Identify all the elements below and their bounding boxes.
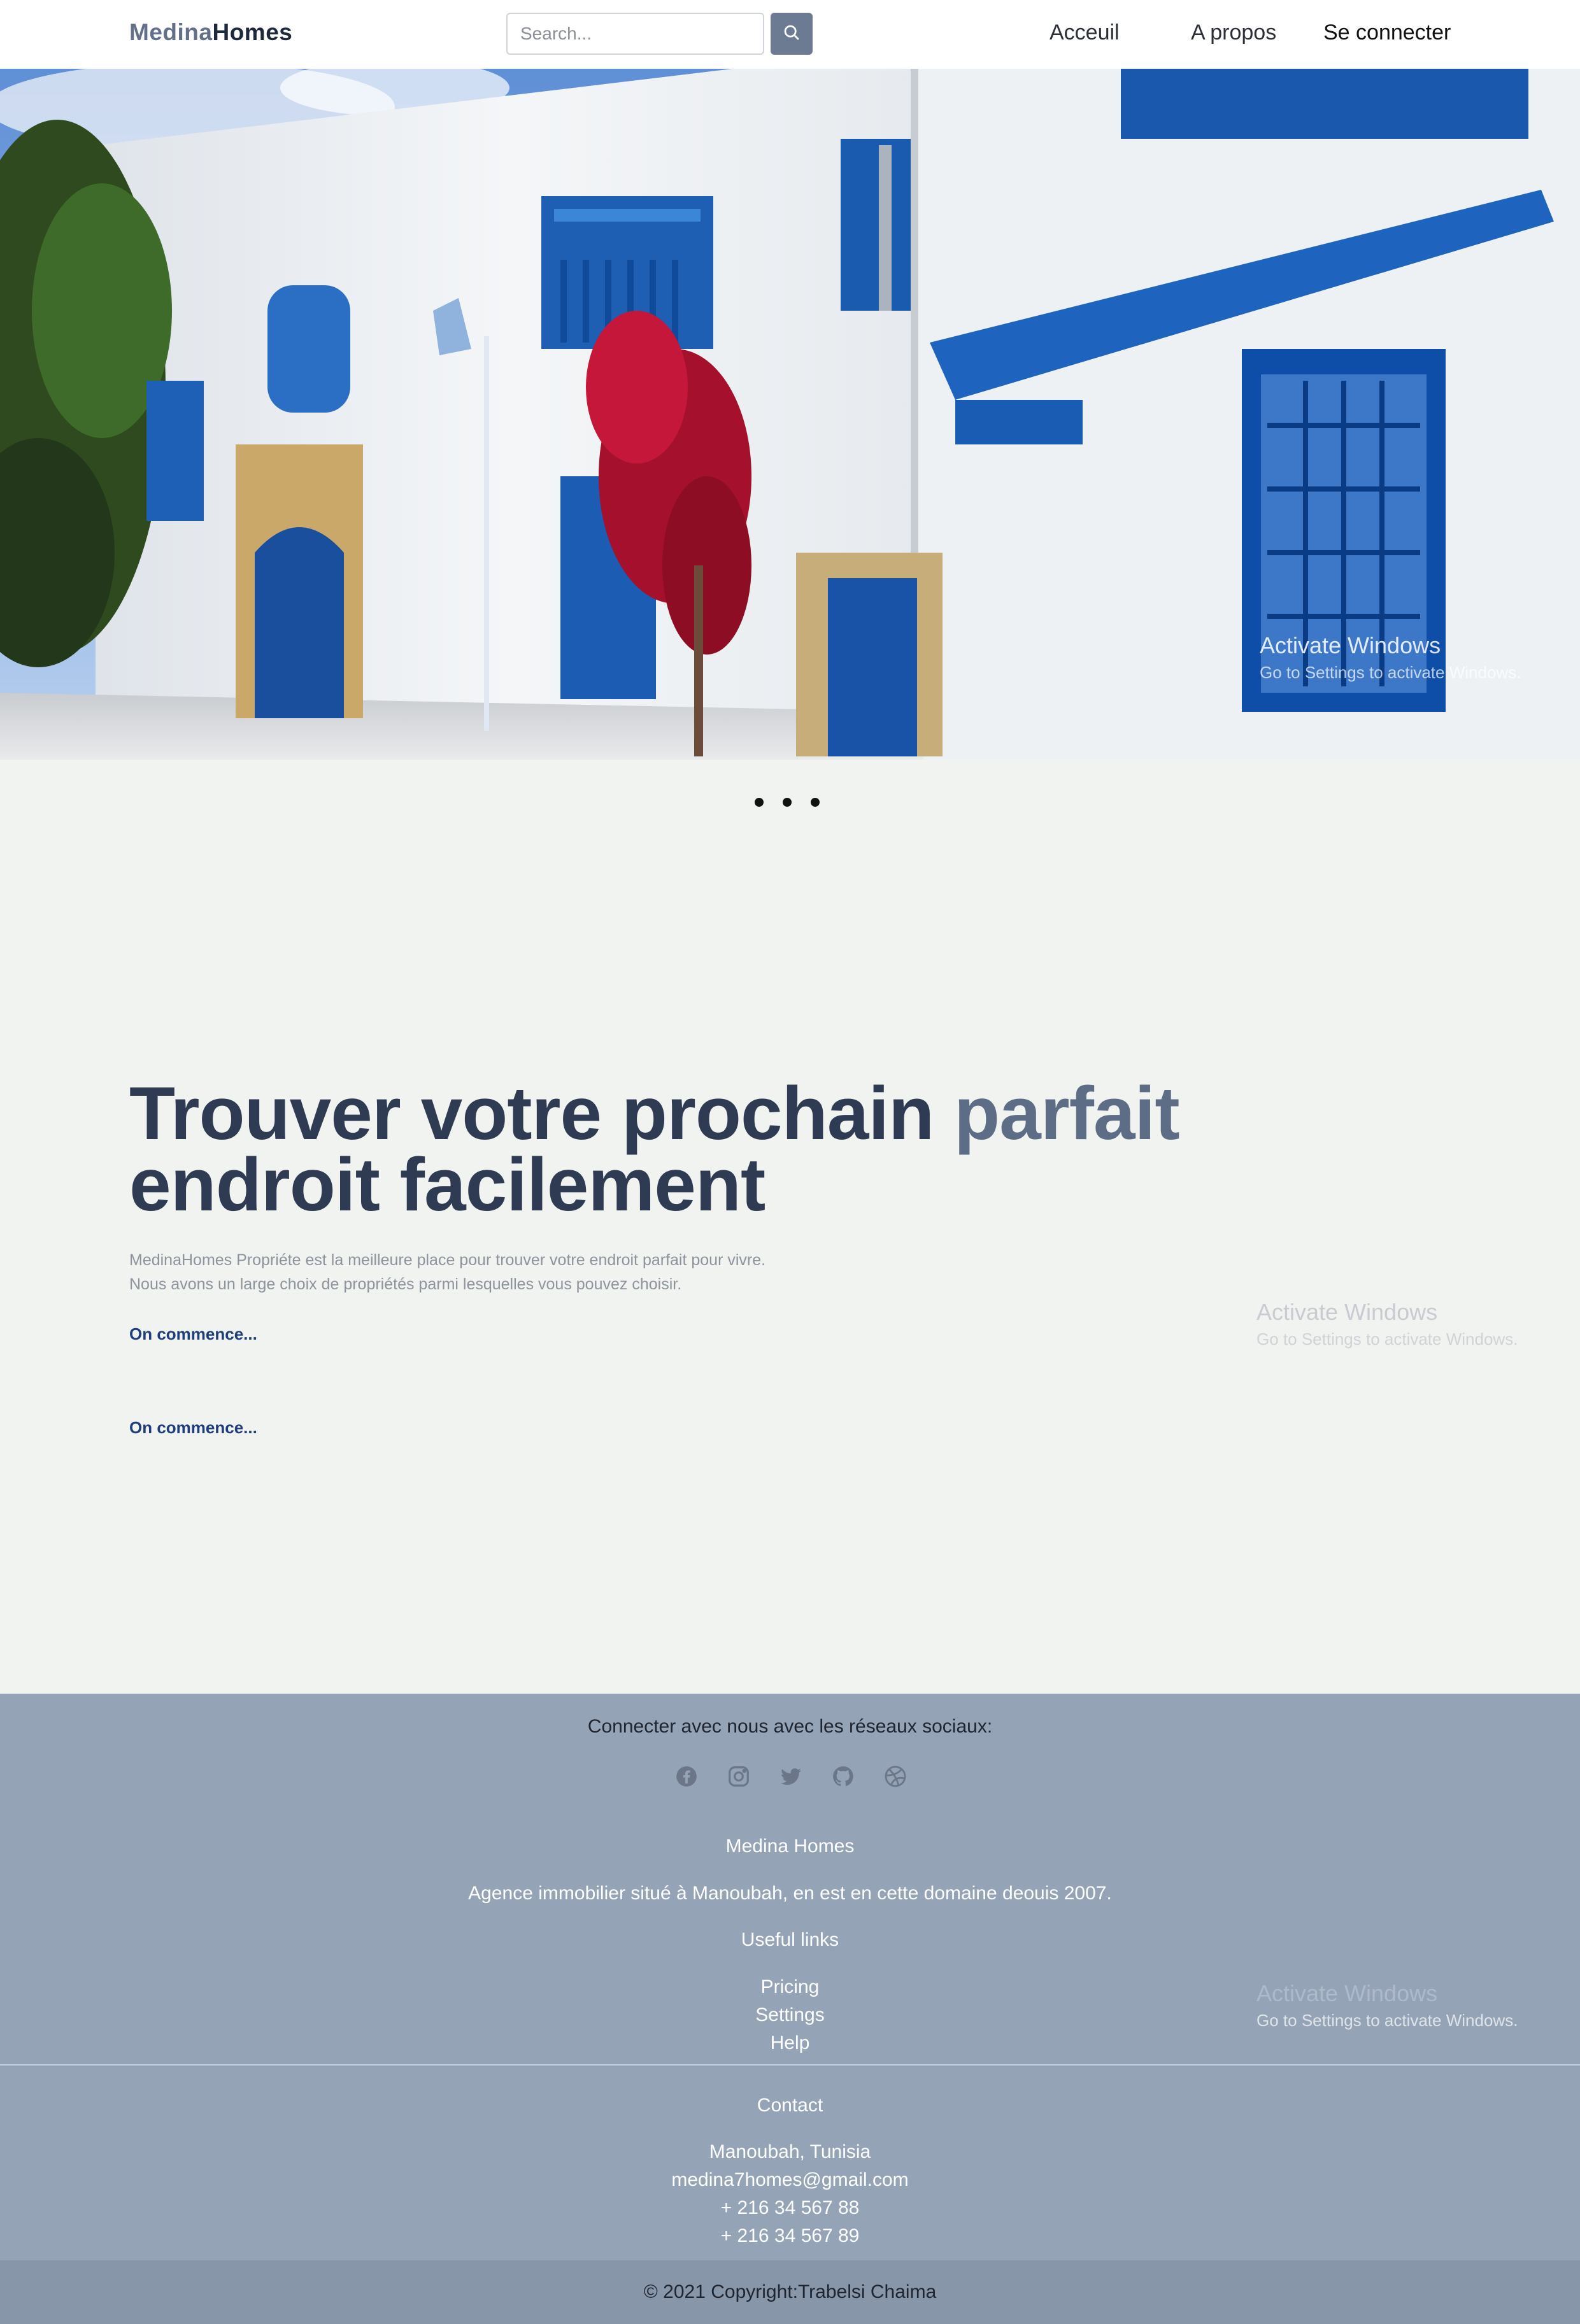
search-input[interactable] [506,13,764,55]
footer: Connecter avec nous avec les réseaux soc… [0,1694,1580,2264]
contact-email: medina7homes@gmail.com [671,2169,909,2190]
nav-link-a-propos[interactable]: A propos [1191,20,1276,45]
watermark-title: Activate Windows [1256,1980,1438,2006]
twitter-icon[interactable] [778,1764,804,1789]
carousel-indicators [755,798,820,807]
github-icon[interactable] [830,1764,856,1789]
social-heading: Connecter avec nous avec les réseaux soc… [587,1716,993,1737]
brand-part-homes: Homes [212,19,293,45]
copyright-bar: © 2021 Copyright:Trabelsi Chaima [0,2260,1580,2324]
intro-line-1: MedinaHomes Propriéte est la meilleure p… [129,1251,766,1269]
watermark-subtitle: Go to Settings to activate Windows. [1260,663,1521,682]
brand-logo[interactable]: MedinaHomes [129,19,292,46]
watermark-title: Activate Windows [1256,1299,1438,1325]
intro-line-2: Nous avons un large choix de propriétés … [129,1275,682,1293]
nav-link-se-connecter[interactable]: Se connecter [1323,20,1451,45]
facebook-icon[interactable] [674,1764,699,1789]
useful-links-heading: Useful links [741,1929,839,1950]
main-section: Trouver votre prochain parfait endroit f… [0,760,1580,1694]
search-icon [782,23,801,45]
company-description: Agence immobilier situé à Manoubah, en e… [468,1883,1112,1904]
headline-part-2: endroit facilement [129,1143,765,1227]
page-headline: Trouver votre prochain parfait endroit f… [129,1076,1180,1222]
watermark-title: Activate Windows [1260,632,1441,658]
instagram-icon[interactable] [726,1764,751,1789]
dribbble-icon[interactable] [883,1764,908,1789]
intro-text: MedinaHomes Propriéte est la meilleure p… [129,1248,765,1296]
carousel-indicator-3[interactable] [811,798,820,807]
contact-phone-2: + 216 34 567 89 [720,2225,860,2246]
contact-heading: Contact [757,2095,823,2116]
footer-divider [0,2064,1580,2065]
contact-phone-1: + 216 34 567 88 [720,2197,860,2218]
carousel-indicator-1[interactable] [755,798,764,807]
social-links [674,1764,908,1789]
watermark-subtitle: Go to Settings to activate Windows. [1256,2011,1518,2030]
hero-carousel: Activate Windows Go to Settings to activ… [0,69,1580,760]
footer-link-help[interactable]: Help [0,2032,1580,2054]
headline-accent: parfait [954,1072,1180,1156]
search-button[interactable] [771,13,813,55]
carousel-indicator-2[interactable] [783,798,792,807]
windows-watermark: Activate Windows Go to Settings to activ… [1256,1980,1518,2030]
brand-part-medina: Medina [129,19,213,45]
start-link-1[interactable]: On commence... [129,1324,257,1344]
contact-address: Manoubah, Tunisia [709,2141,871,2162]
navbar: MedinaHomes Acceuil A propos Se connecte… [0,0,1580,69]
company-name: Medina Homes [725,1836,855,1857]
start-link-2[interactable]: On commence... [129,1418,257,1438]
nav-link-acceuil[interactable]: Acceuil [1050,20,1120,45]
watermark-subtitle: Go to Settings to activate Windows. [1256,1329,1518,1349]
copyright-text: © 2021 Copyright:Trabelsi Chaima [643,2281,937,2302]
windows-watermark: Activate Windows Go to Settings to activ… [1260,632,1521,683]
windows-watermark: Activate Windows Go to Settings to activ… [1256,1299,1518,1349]
